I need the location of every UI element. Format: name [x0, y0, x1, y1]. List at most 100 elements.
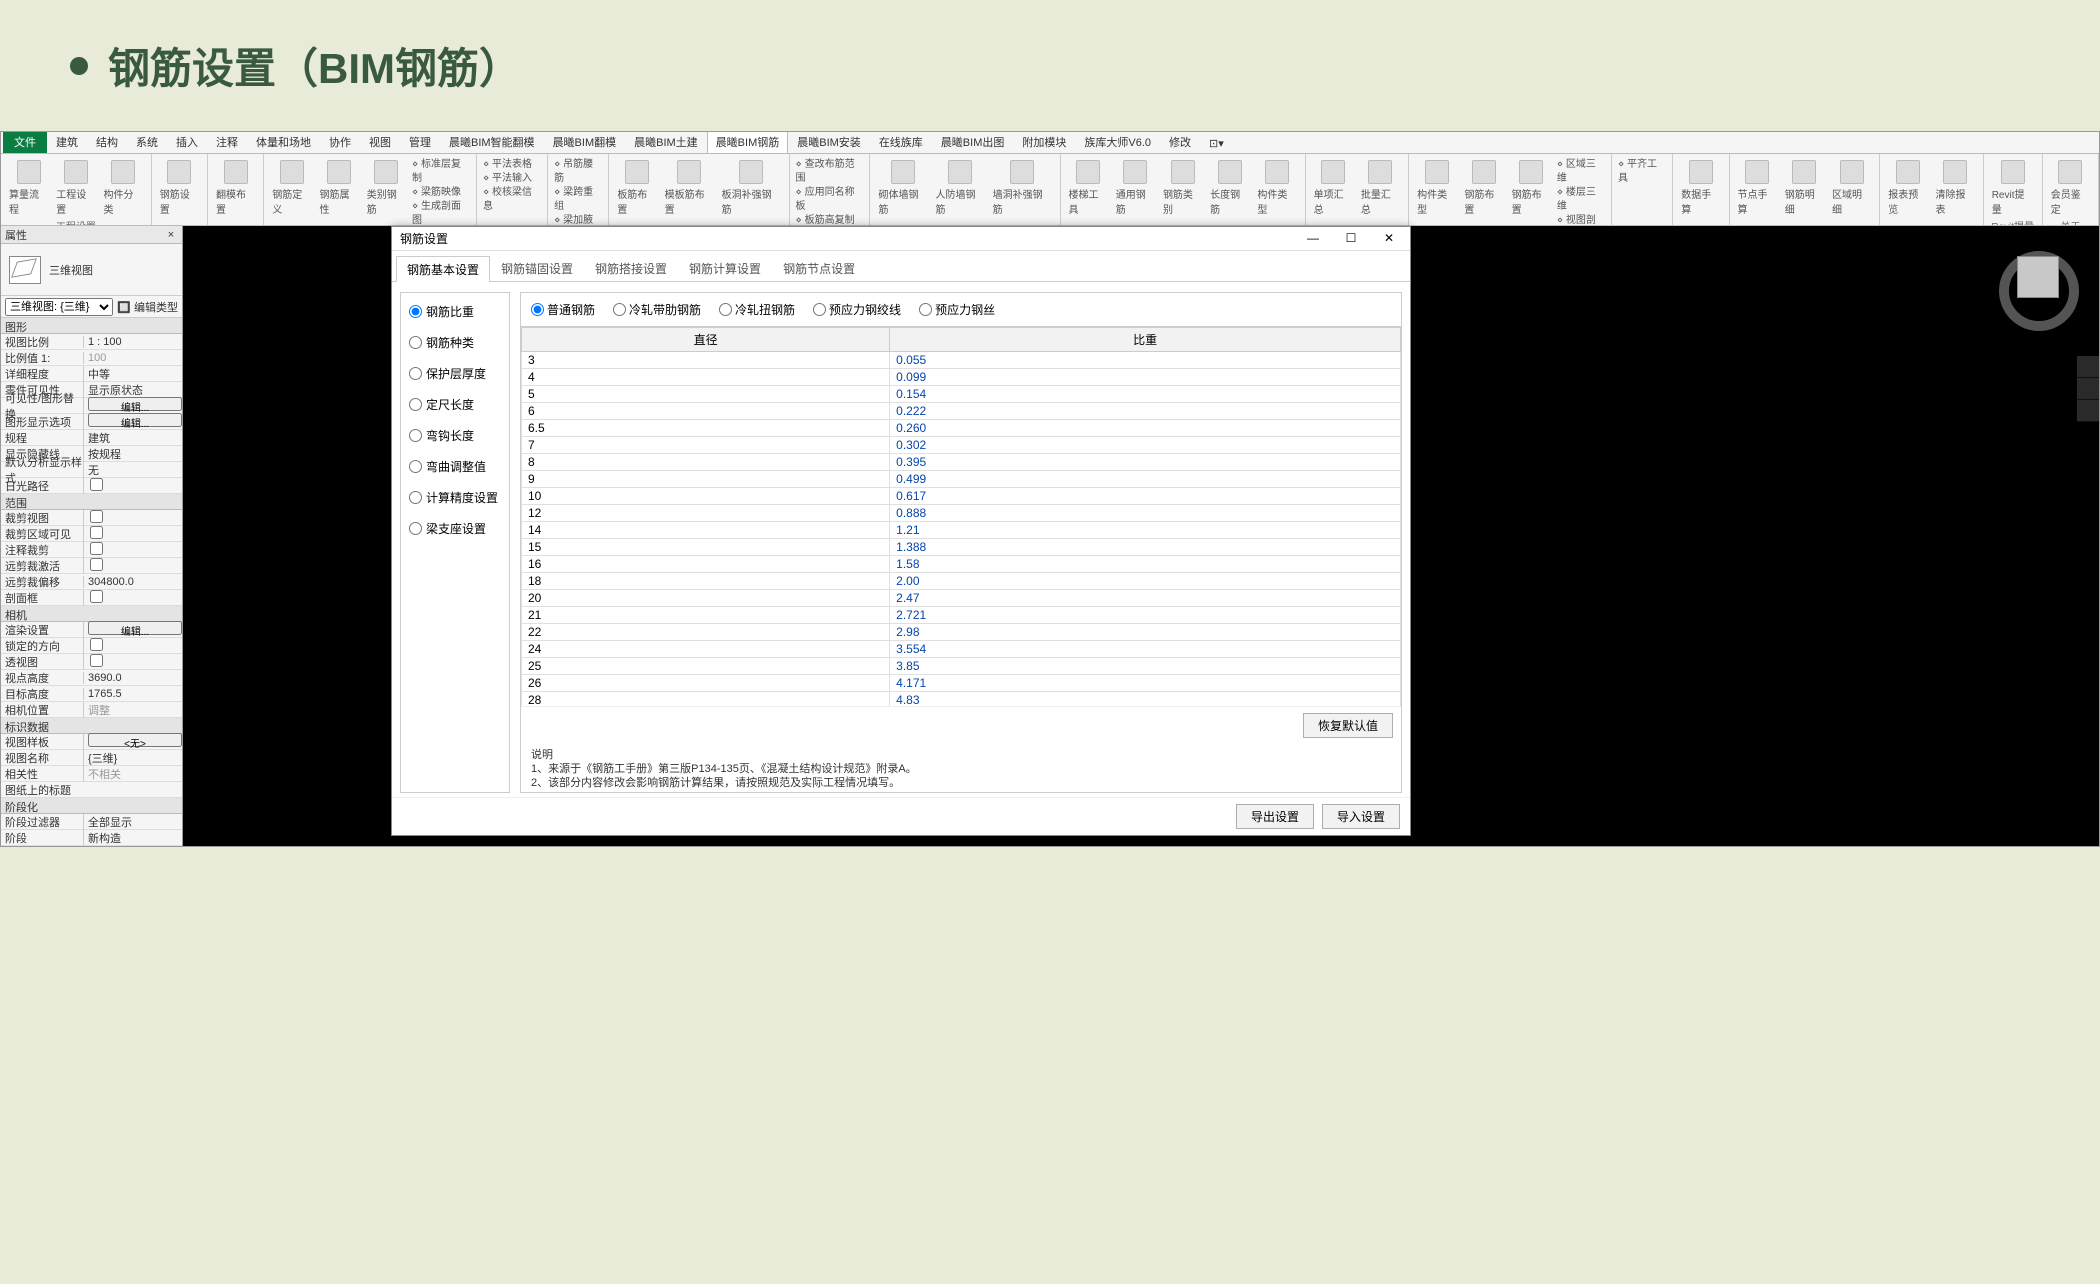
property-value[interactable]: 1 : 100: [83, 336, 182, 348]
rebar-type-option[interactable]: 冷轧扭钢筋: [719, 301, 795, 318]
weight-cell[interactable]: 3.85: [890, 658, 1401, 675]
category-option[interactable]: 钢筋种类: [409, 334, 501, 351]
ribbon-button[interactable]: 长度钢筋: [1208, 158, 1251, 218]
ribbon-tab[interactable]: 管理: [400, 131, 440, 153]
category-radio[interactable]: [409, 460, 422, 473]
diameter-cell[interactable]: 24: [522, 641, 890, 658]
ribbon-tab[interactable]: 协作: [320, 131, 360, 153]
table-row[interactable]: 40.099: [522, 369, 1401, 386]
table-row[interactable]: 222.98: [522, 624, 1401, 641]
table-row[interactable]: 100.617: [522, 488, 1401, 505]
ribbon-button[interactable]: 清除报表: [1933, 158, 1976, 218]
weight-cell[interactable]: 0.222: [890, 403, 1401, 420]
ribbon-button[interactable]: 构件分类: [101, 158, 144, 218]
rebar-type-option[interactable]: 冷轧带肋钢筋: [613, 301, 701, 318]
ribbon-button[interactable]: 报表预览: [1886, 158, 1929, 218]
diameter-cell[interactable]: 4: [522, 369, 890, 386]
table-row[interactable]: 161.58: [522, 556, 1401, 573]
diameter-cell[interactable]: 22: [522, 624, 890, 641]
ribbon-tab[interactable]: 族库大师V6.0: [1075, 131, 1160, 153]
viewport-tool-icon[interactable]: [2077, 378, 2099, 400]
weight-cell[interactable]: 0.499: [890, 471, 1401, 488]
category-radio[interactable]: [409, 336, 422, 349]
property-checkbox[interactable]: [90, 558, 103, 571]
diameter-cell[interactable]: 28: [522, 692, 890, 707]
table-row[interactable]: 151.388: [522, 539, 1401, 556]
ribbon-button[interactable]: 钢筋定义: [270, 158, 313, 226]
table-row[interactable]: 50.154: [522, 386, 1401, 403]
property-group-header[interactable]: 范围: [1, 494, 182, 510]
ribbon-small-command[interactable]: ⋄ 生成剖面图: [412, 200, 470, 226]
property-value[interactable]: 3690.0: [83, 672, 182, 684]
ribbon-button[interactable]: 数据手算: [1679, 158, 1722, 218]
dialog-tab[interactable]: 钢筋搭接设置: [584, 255, 678, 281]
category-option[interactable]: 弯钩长度: [409, 427, 501, 444]
ribbon-button[interactable]: 区域明细: [1830, 158, 1873, 218]
property-group-header[interactable]: 相机: [1, 606, 182, 622]
property-value[interactable]: {三维}: [83, 750, 182, 766]
category-radio[interactable]: [409, 522, 422, 535]
view-selector[interactable]: 三维视图: {三维}: [5, 298, 113, 316]
table-row[interactable]: 6.50.260: [522, 420, 1401, 437]
table-row[interactable]: 253.85: [522, 658, 1401, 675]
property-value[interactable]: 按规程: [83, 446, 182, 462]
property-value[interactable]: [83, 478, 182, 494]
property-group-header[interactable]: 图形: [1, 318, 182, 334]
weight-cell[interactable]: 4.83: [890, 692, 1401, 707]
weight-cell[interactable]: 1.21: [890, 522, 1401, 539]
ribbon-small-command[interactable]: ⋄ 吊筋腰筋: [554, 158, 602, 186]
diameter-cell[interactable]: 21: [522, 607, 890, 624]
import-settings-button[interactable]: 导入设置: [1322, 804, 1400, 829]
ribbon-button[interactable]: 砌体墙钢筋: [876, 158, 929, 218]
table-row[interactable]: 264.171: [522, 675, 1401, 692]
ribbon-tab[interactable]: 晨曦BIM安装: [788, 131, 870, 153]
property-value[interactable]: 无: [83, 462, 182, 478]
dialog-tab[interactable]: 钢筋节点设置: [772, 255, 866, 281]
table-row[interactable]: 141.21: [522, 522, 1401, 539]
ribbon-button[interactable]: 批量汇总: [1359, 158, 1402, 218]
property-value[interactable]: <无>: [83, 733, 182, 750]
table-row[interactable]: 182.00: [522, 573, 1401, 590]
category-radio[interactable]: [409, 491, 422, 504]
ribbon-button[interactable]: 构件类型: [1255, 158, 1298, 218]
ribbon-button[interactable]: 墙洞补强钢筋: [991, 158, 1054, 218]
ribbon-button[interactable]: 翻模布置: [214, 158, 257, 218]
property-value[interactable]: 304800.0: [83, 576, 182, 588]
ribbon-tab[interactable]: 体量和场地: [247, 131, 320, 153]
weight-cell[interactable]: 0.099: [890, 369, 1401, 386]
property-value[interactable]: 全部显示: [83, 814, 182, 830]
weight-cell[interactable]: 0.888: [890, 505, 1401, 522]
category-option[interactable]: 定尺长度: [409, 396, 501, 413]
diameter-cell[interactable]: 15: [522, 539, 890, 556]
table-row[interactable]: 60.222: [522, 403, 1401, 420]
weight-cell[interactable]: 2.721: [890, 607, 1401, 624]
property-value[interactable]: [83, 526, 182, 542]
viewport-tool-icon[interactable]: [2077, 356, 2099, 378]
property-checkbox[interactable]: [90, 478, 103, 491]
rebar-type-radio[interactable]: [719, 303, 732, 316]
table-row[interactable]: 212.721: [522, 607, 1401, 624]
ribbon-tab[interactable]: 晨曦BIM出图: [932, 131, 1014, 153]
category-option[interactable]: 钢筋比重: [409, 303, 501, 320]
diameter-cell[interactable]: 3: [522, 352, 890, 369]
rebar-type-option[interactable]: 预应力钢绞线: [813, 301, 901, 318]
ribbon-tab[interactable]: 插入: [167, 131, 207, 153]
weight-cell[interactable]: 2.98: [890, 624, 1401, 641]
ribbon-button[interactable]: 钢筋属性: [318, 158, 361, 226]
restore-default-button[interactable]: 恢复默认值: [1303, 713, 1393, 738]
ribbon-tab[interactable]: 建筑: [47, 131, 87, 153]
ribbon-button[interactable]: 工程设置: [54, 158, 97, 218]
diameter-cell[interactable]: 12: [522, 505, 890, 522]
property-checkbox[interactable]: [90, 542, 103, 555]
category-radio[interactable]: [409, 305, 422, 318]
table-row[interactable]: 30.055: [522, 352, 1401, 369]
ribbon-button[interactable]: Revit提量: [1990, 158, 2036, 218]
edit-type-button[interactable]: 🔲 编辑类型: [117, 299, 178, 315]
weight-cell[interactable]: 0.154: [890, 386, 1401, 403]
ribbon-button[interactable]: 单项汇总: [1312, 158, 1355, 218]
ribbon-button[interactable]: 钢筋设置: [158, 158, 201, 218]
ribbon-button[interactable]: 钢筋布置: [1510, 158, 1553, 226]
ribbon-small-command[interactable]: ⋄ 平齐工具: [1618, 158, 1666, 186]
property-checkbox[interactable]: [90, 590, 103, 603]
dialog-titlebar[interactable]: 钢筋设置 — ☐ ✕: [392, 227, 1410, 251]
